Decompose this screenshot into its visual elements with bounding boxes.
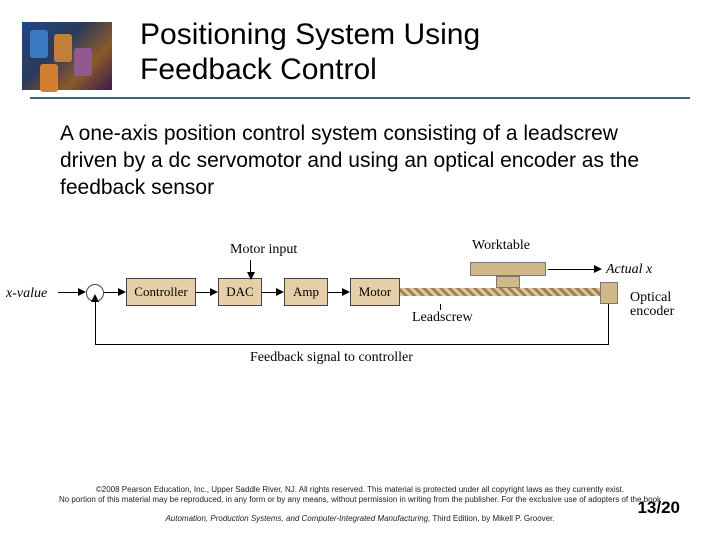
dac-box: DAC — [218, 278, 262, 306]
footer-book-title: Automation, Production Systems, and Comp… — [165, 514, 430, 523]
arrow-actual-x — [594, 265, 602, 273]
footer-restriction: No portion of this material may be repro… — [0, 495, 720, 505]
arrow-to-controller — [118, 288, 126, 296]
feedback-diagram: x-value Controller DAC Motor input Amp M… — [40, 232, 680, 392]
leadscrew-pointer — [440, 304, 441, 310]
dac-label: DAC — [226, 284, 253, 300]
worktable-carriage — [496, 276, 520, 288]
feedback-line-up — [95, 302, 96, 345]
footer-edition: Third Edition, by Mikell P. Groover. — [430, 514, 554, 523]
decorative-thumbnail — [22, 22, 112, 90]
arrow-input — [78, 288, 86, 296]
arrow-to-dac — [210, 288, 218, 296]
arrow-feedback-up — [91, 294, 99, 302]
page-number: 13/20 — [637, 498, 680, 518]
feedback-line-down — [608, 304, 609, 344]
amp-label: Amp — [293, 284, 319, 300]
motor-box: Motor — [350, 278, 400, 306]
footer-copyright: ©2008 Pearson Education, Inc., Upper Sad… — [0, 485, 720, 495]
footer-block: ©2008 Pearson Education, Inc., Upper Sad… — [0, 485, 720, 524]
header-divider — [30, 97, 690, 99]
title-block: Positioning System Using Feedback Contro… — [140, 18, 720, 87]
label-feedback: Feedback signal to controller — [250, 350, 413, 366]
worktable-top — [470, 262, 546, 276]
line-actual-x — [548, 269, 596, 270]
label-x-value: x-value — [6, 286, 47, 302]
arrow-motor-input-pointer — [247, 272, 255, 280]
controller-box: Controller — [126, 278, 196, 306]
arrow-to-motor — [342, 288, 350, 296]
label-worktable: Worktable — [472, 238, 530, 254]
controller-label: Controller — [134, 284, 187, 300]
arrow-to-amp — [276, 288, 284, 296]
slide-title-line1: Positioning System Using — [140, 18, 720, 53]
body-paragraph: A one-axis position control system consi… — [60, 121, 660, 202]
label-leadscrew: Leadscrew — [412, 310, 473, 326]
label-optical-2: encoder — [630, 304, 674, 320]
feedback-mid-spacer — [280, 340, 288, 348]
motor-label: Motor — [359, 284, 392, 300]
label-actual-x: Actual x — [606, 262, 652, 278]
optical-encoder-graphic — [600, 282, 618, 304]
label-motor-input-1: Motor input — [230, 242, 297, 258]
line-input — [58, 292, 80, 293]
amp-box: Amp — [284, 278, 328, 306]
footer-book-line: Automation, Production Systems, and Comp… — [0, 514, 720, 524]
feedback-line-horiz — [95, 344, 609, 345]
slide-header: Positioning System Using Feedback Contro… — [0, 0, 720, 87]
slide-title-line2: Feedback Control — [140, 53, 720, 88]
leadscrew-graphic — [400, 288, 600, 296]
